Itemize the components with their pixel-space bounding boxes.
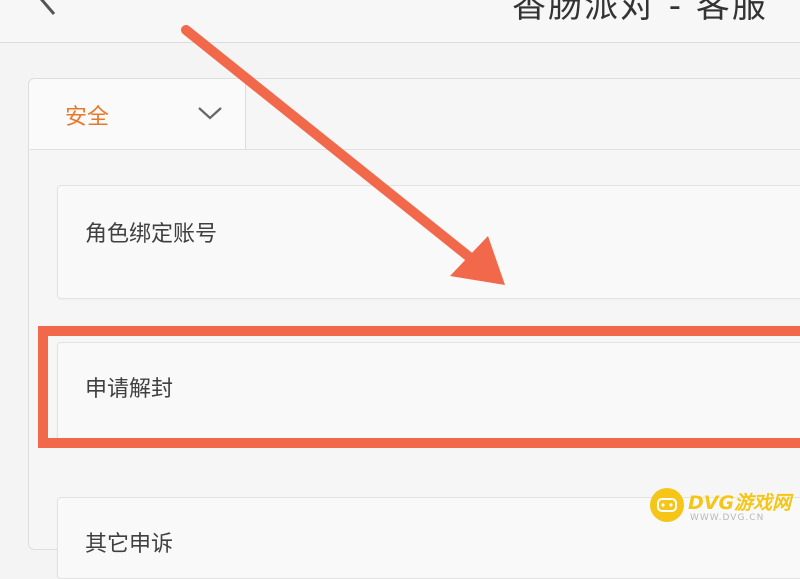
highlight-annotation-box [38,326,800,448]
category-selected-label: 安全 [65,105,110,130]
back-arrow-icon[interactable] [30,0,70,22]
list-item-bind-account[interactable]: 角色绑定账号 [57,185,800,299]
page-title: 香肠派对 - 客服 [512,0,768,26]
category-bar: 安全 [29,79,800,150]
top-header: 香肠派对 - 客服 [0,0,800,43]
watermark-brand: DVG游戏网 [688,492,792,514]
watermark: DVG游戏网 WWW.DVG.CN [650,484,796,528]
chevron-down-icon [198,107,222,120]
category-dropdown[interactable]: 安全 [29,79,246,149]
list-item-label: 角色绑定账号 [85,222,218,247]
watermark-domain: WWW.DVG.CN [690,513,765,523]
support-panel: 安全 角色绑定账号 申请解封 其它申诉 [28,78,800,579]
gamepad-logo-icon [650,488,684,522]
